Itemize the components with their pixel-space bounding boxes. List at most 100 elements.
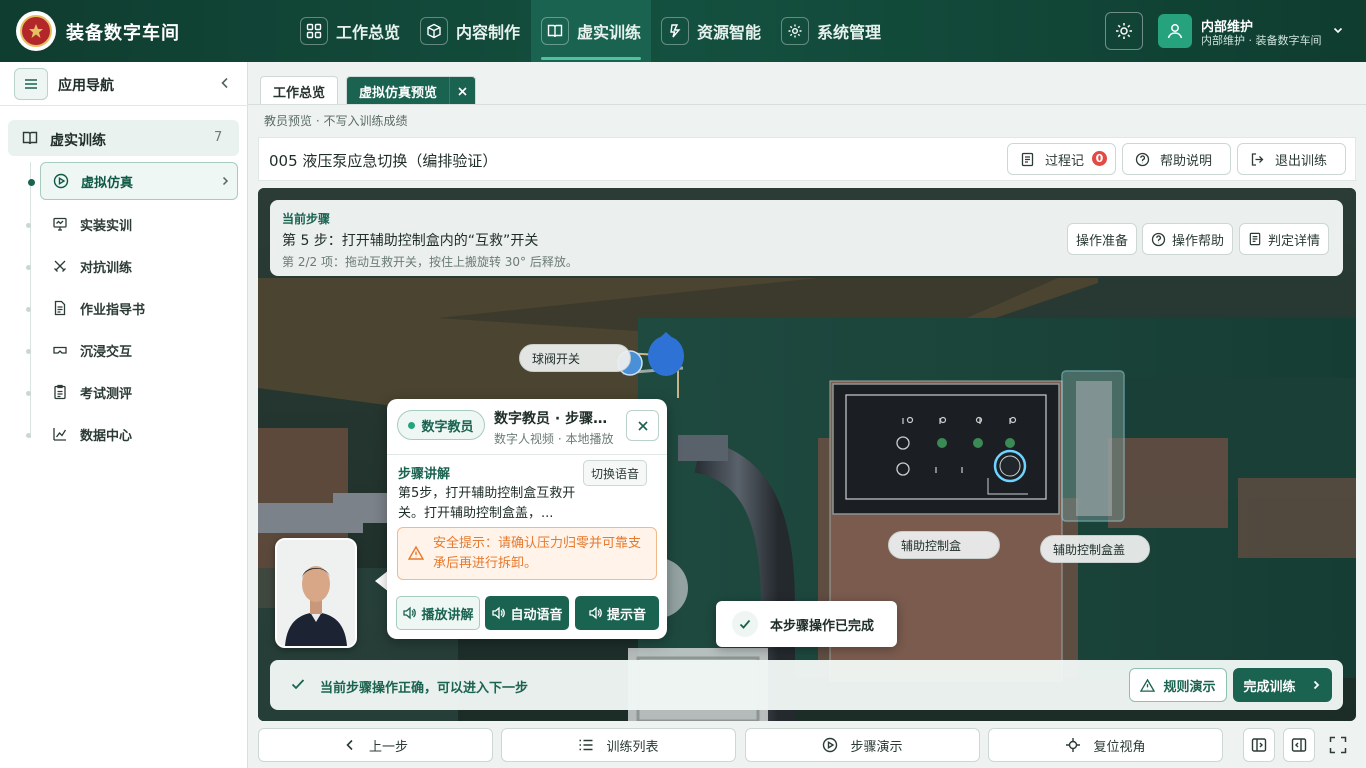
crosshair-icon: [1066, 738, 1081, 752]
avatar[interactable]: [1158, 14, 1192, 48]
emblem-logo: [16, 11, 56, 51]
tree-line: [30, 162, 31, 438]
chart-icon: [53, 428, 67, 441]
clipboard-icon: [54, 384, 66, 400]
sidebar-item-instructions[interactable]: 作业指导书: [26, 289, 238, 327]
sidebar-group-count: 7: [214, 130, 223, 145]
logout-icon: [1251, 152, 1264, 166]
toast-text: 本步骤操作已完成: [770, 618, 875, 634]
divider: [387, 454, 667, 455]
sidebar-item-adversarial[interactable]: 对抗训练: [26, 247, 238, 285]
auto-voice-button[interactable]: 自动语音: [485, 596, 569, 630]
settings-button[interactable]: [1105, 12, 1143, 50]
swords-icon: [54, 260, 66, 272]
nav-tab-training[interactable]: 虚实训练: [531, 0, 651, 62]
reset-view-button[interactable]: 复位视角: [988, 728, 1223, 762]
previous-step-button[interactable]: 上一步: [258, 728, 493, 762]
nav-tab-system[interactable]: 系统管理: [771, 0, 891, 62]
nav-label: 系统管理: [817, 23, 882, 42]
switch-voice-button[interactable]: 切换语音: [583, 460, 648, 486]
nav-tab-resources[interactable]: 资源智能: [651, 0, 771, 62]
cube-icon: [420, 17, 448, 45]
warning-icon: [408, 545, 424, 560]
nav-label: 资源智能: [697, 23, 762, 42]
exit-training-button[interactable]: 退出训练: [1237, 143, 1346, 175]
notification-badge: 0: [1091, 150, 1108, 167]
prompt-tone-button[interactable]: 提示音: [575, 596, 659, 630]
demo-label: 步骤演示: [850, 739, 903, 755]
digital-teacher-avatar[interactable]: [275, 538, 357, 648]
tab-sim-preview[interactable]: 虚拟仿真预览: [346, 76, 477, 105]
teacher-subtitle: 数字人视频 · 本地播放: [494, 432, 614, 446]
ball-valve-label[interactable]: 球阀开关: [519, 344, 631, 372]
speaker-icon: [492, 606, 506, 620]
check-icon: [291, 679, 305, 690]
nav-label: 内容制作: [456, 23, 521, 42]
fullscreen-button[interactable]: [1322, 728, 1354, 762]
menu-button[interactable]: [14, 68, 48, 100]
safety-text: 安全提示：请确认压力归零并可靠支承后再进行拆卸。: [433, 536, 642, 571]
exit-label: 退出训练: [1275, 153, 1328, 169]
list-icon: [579, 739, 593, 751]
warning-icon: [1140, 678, 1156, 692]
judge-details-button[interactable]: 判定详情: [1239, 223, 1330, 255]
aux-lid-label[interactable]: 辅助控制盒盖: [1040, 535, 1150, 563]
toggle-right-panel-button[interactable]: [1283, 728, 1315, 762]
app-title: 装备数字车间: [66, 23, 180, 44]
nav-tab-content[interactable]: 内容制作: [410, 0, 531, 62]
rule-label: 规则演示: [1163, 679, 1216, 695]
monitor-icon: [53, 217, 67, 231]
rule-demo-button[interactable]: 规则演示: [1129, 668, 1227, 702]
chevron-down-icon[interactable]: [1332, 24, 1344, 36]
play-circle-icon: [823, 737, 838, 753]
sidebar-group-training[interactable]: 虚实训练 7: [8, 120, 239, 156]
operation-prep-button[interactable]: 操作准备: [1067, 223, 1138, 255]
sidebar-item-label: 沉浸交互: [80, 344, 133, 360]
sidebar-item-exam[interactable]: 考试测评: [26, 373, 238, 411]
close-teacher-button[interactable]: [626, 410, 659, 441]
chevron-right-icon: [1313, 680, 1319, 690]
speaker-icon: [403, 606, 417, 620]
nav-label: 虚实训练: [577, 23, 642, 42]
book-icon: [541, 17, 569, 45]
sidebar-item-label: 考试测评: [80, 386, 133, 402]
nav-label: 工作总览: [336, 23, 401, 42]
sidebar-item-label: 实装实训: [80, 218, 133, 234]
play-explain-button[interactable]: 播放讲解: [396, 596, 480, 630]
finish-training-button[interactable]: 完成训练: [1233, 668, 1332, 702]
toggle-left-panel-button[interactable]: [1243, 728, 1275, 762]
process-log-button[interactable]: 过程记 0: [1007, 143, 1116, 175]
grid-icon: [300, 17, 328, 45]
list-label: 训练列表: [606, 739, 659, 755]
user-icon: [1167, 24, 1183, 39]
step-demo-button[interactable]: 步骤演示: [745, 728, 980, 762]
process-log-label: 过程记: [1045, 153, 1085, 169]
speaker-icon: [589, 606, 602, 620]
current-step-card: 当前步骤 第 5 步：打开辅助控制盒内的“互救”开关 第 2/2 项：拖动互救开…: [270, 200, 1343, 276]
step-title: 第 5 步：打开辅助控制盒内的“互救”开关: [282, 233, 539, 249]
question-circle-icon: [1135, 152, 1150, 166]
vr-goggles-icon: [53, 346, 67, 354]
panel-right-icon: [1291, 738, 1307, 752]
sidebar-item-data-center[interactable]: 数据中心: [26, 415, 238, 453]
nav-tab-overview[interactable]: 工作总览: [290, 0, 410, 62]
training-list-button[interactable]: 训练列表: [501, 728, 736, 762]
step-complete-toast: 本步骤操作已完成: [716, 601, 897, 647]
collapse-sidebar-icon[interactable]: [218, 76, 232, 90]
operation-help-button[interactable]: 操作帮助: [1142, 223, 1234, 255]
sidebar-item-immersive[interactable]: 沉浸交互: [26, 331, 238, 369]
tone-label: 提示音: [606, 607, 646, 623]
reset-label: 复位视角: [1093, 739, 1146, 755]
tab-divider: [248, 104, 1366, 105]
help-button[interactable]: 帮助说明: [1122, 143, 1231, 175]
close-tab-button[interactable]: [449, 77, 475, 105]
close-icon: [637, 420, 648, 431]
explain-text: 第5步，打开辅助控制盒互救开关。打开辅助控制盒盖，...: [398, 486, 576, 521]
panel-left-icon: [1251, 738, 1267, 752]
book-icon: [22, 131, 38, 145]
sidebar-item-virtual-sim[interactable]: 虚拟仿真: [28, 162, 238, 200]
op-help-label: 操作帮助: [1172, 233, 1225, 249]
aux-box-label[interactable]: 辅助控制盒: [888, 531, 1000, 559]
sidebar-item-equipment[interactable]: 实装实训: [26, 205, 238, 243]
tab-overview[interactable]: 工作总览: [260, 76, 339, 105]
